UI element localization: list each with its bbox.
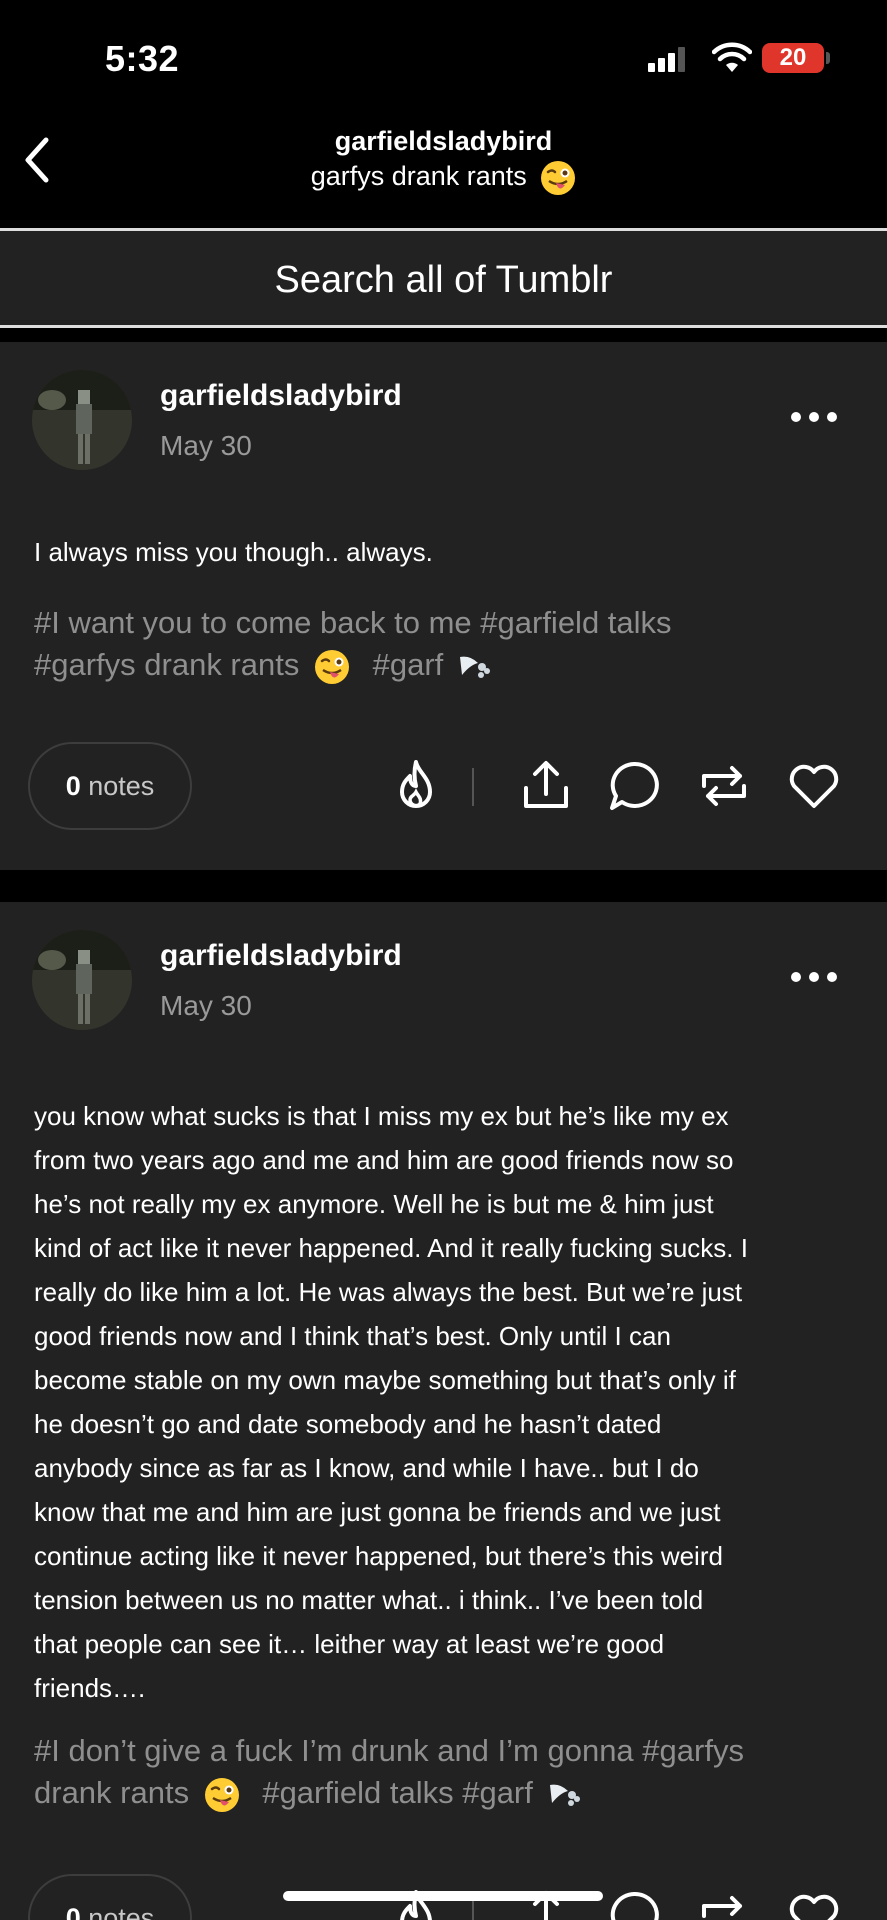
body-line: from two years ago and me and him are go…	[34, 1145, 734, 1175]
header-subtitle-text: garfys drank rants	[310, 161, 527, 192]
dash-away-emoji-icon	[459, 656, 490, 678]
battery-level: 20	[779, 44, 807, 71]
post-date: May 30	[160, 430, 252, 461]
search-label[interactable]: Search all of Tumblr	[0, 259, 887, 302]
wifi-icon	[712, 42, 752, 72]
post-tags: #I don’t give a fuck I’m drunk and I’m g…	[34, 1730, 864, 1814]
post-body: I always miss you though.. always.	[34, 537, 433, 567]
search-bar[interactable]: Search all of Tumblr	[0, 228, 887, 328]
more-dots-icon[interactable]	[790, 410, 838, 424]
tag[interactable]: #garf	[373, 647, 444, 682]
post-author[interactable]: garfieldsladybird	[160, 939, 402, 973]
post-card: garfieldsladybird May 30 you know what s…	[0, 902, 887, 1920]
winking-tongue-emoji-icon	[204, 1777, 239, 1812]
like-icon[interactable]	[786, 758, 842, 814]
tags-line: #garfys drank rants #garf	[34, 644, 864, 686]
tag[interactable]: drank rants	[34, 1775, 189, 1810]
post-author[interactable]: garfieldsladybird	[160, 379, 402, 413]
body-line: become stable on my own maybe something …	[34, 1365, 736, 1395]
avatar[interactable]	[32, 930, 132, 1030]
tags-line[interactable]: #I want you to come back to me #garfield…	[34, 602, 864, 644]
like-icon[interactable]	[786, 1888, 842, 1920]
winking-tongue-emoji-icon	[314, 649, 349, 684]
reply-icon[interactable]	[606, 758, 662, 814]
tag[interactable]: #garfys drank rants	[34, 647, 299, 682]
body-line: really do like him a lot. He was always …	[34, 1277, 743, 1307]
notes-count: 0	[65, 1903, 81, 1920]
body-line: know that me and him are just gonna be f…	[34, 1497, 721, 1527]
battery-indicator: 20	[762, 43, 824, 73]
tags-line: drank rants #garfield talks #garf	[34, 1772, 864, 1814]
actions-divider	[472, 1898, 474, 1920]
battery-nub	[826, 52, 830, 64]
tag[interactable]: #garfield talks #garf	[262, 1775, 533, 1810]
tags-line[interactable]: #I don’t give a fuck I’m drunk and I’m g…	[34, 1730, 864, 1772]
notes-label: notes	[88, 771, 155, 801]
notes-button[interactable]: 0 notes	[28, 1874, 192, 1920]
share-icon[interactable]	[518, 758, 574, 814]
post-tags: #I want you to come back to me #garfield…	[34, 602, 864, 686]
notes-button[interactable]: 0 notes	[28, 742, 192, 830]
body-line: good friends now and I think that’s best…	[34, 1321, 671, 1351]
signal-icon	[648, 46, 690, 72]
more-dots-icon[interactable]	[790, 970, 838, 984]
reply-icon[interactable]	[606, 1888, 662, 1920]
body-line: friends….	[34, 1673, 146, 1703]
status-bar: 5:32 20	[0, 0, 887, 120]
post-body: you know what sucks is that I miss my ex…	[34, 1094, 854, 1710]
body-line: he’s not really my ex anymore. Well he i…	[34, 1189, 714, 1219]
post-card: garfieldsladybird May 30 I always miss y…	[0, 342, 887, 870]
body-line: that people can see it… leither way at l…	[34, 1629, 665, 1659]
actions-divider	[472, 768, 474, 806]
body-line: tension between us no matter what.. i th…	[34, 1585, 704, 1615]
post-date: May 30	[160, 990, 252, 1021]
header-blog-name[interactable]: garfieldsladybird	[0, 126, 887, 157]
status-time: 5:32	[105, 38, 180, 79]
avatar[interactable]	[32, 370, 132, 470]
reblog-icon[interactable]	[696, 758, 752, 814]
body-line: continue acting like it never happened, …	[34, 1541, 723, 1571]
reblog-icon[interactable]	[696, 1888, 752, 1920]
post-actions	[380, 758, 850, 818]
body-line: kind of act like it never happened. And …	[34, 1233, 748, 1263]
body-line: anybody since as far as I know, and whil…	[34, 1453, 699, 1483]
dash-away-emoji-icon	[549, 1784, 580, 1806]
body-line: he doesn’t go and date somebody and he h…	[34, 1409, 662, 1439]
header-subtitle: garfys drank rants	[0, 160, 887, 196]
blaze-icon[interactable]	[388, 758, 444, 814]
notes-count: 0	[65, 771, 81, 801]
home-indicator[interactable]	[283, 1891, 603, 1901]
notes-label: notes	[88, 1903, 155, 1920]
winking-tongue-emoji-icon	[541, 161, 576, 195]
body-line: you know what sucks is that I miss my ex…	[34, 1101, 729, 1131]
blog-header: garfieldsladybird garfys drank rants	[0, 120, 887, 228]
post-separator	[0, 870, 887, 902]
